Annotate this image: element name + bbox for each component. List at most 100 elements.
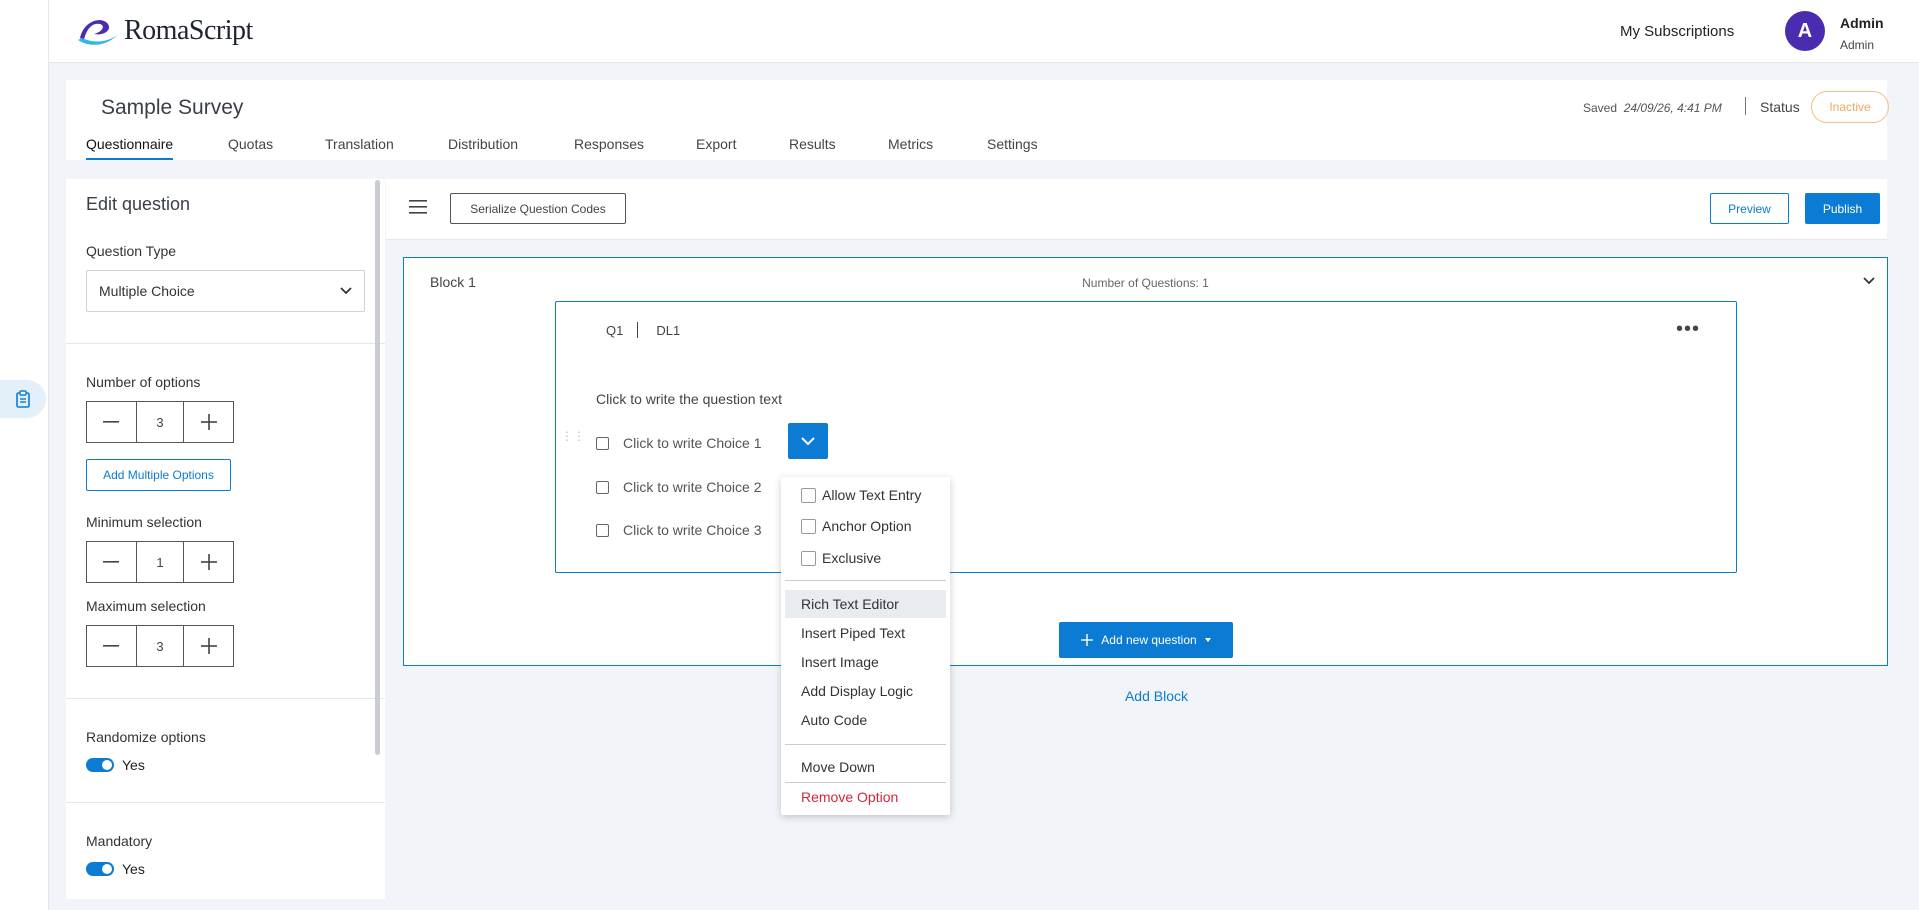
question-text[interactable]: Click to write the question text [596,391,782,407]
menu-checkbox[interactable] [801,487,816,503]
choice-text[interactable]: Click to write Choice 1 [623,435,762,451]
min-selection-label: Minimum selection [86,514,202,530]
mandatory-value: Yes [122,861,145,877]
section-divider [66,343,385,344]
question-type-label: Question Type [86,243,177,259]
choice-text[interactable]: Click to write Choice 2 [623,479,762,495]
choice-row: Click to write Choice 3 [596,522,762,538]
randomize-label: Randomize options [86,729,206,745]
tab-translation[interactable]: Translation [325,136,394,158]
num-options-value[interactable]: 3 [135,402,185,442]
plus-icon [200,554,217,570]
tab-metrics[interactable]: Metrics [888,136,933,158]
tab-distribution[interactable]: Distribution [448,136,518,158]
randomize-value: Yes [122,757,145,773]
allow-text-entry-option[interactable]: Allow Text Entry [801,487,921,503]
section-divider [66,802,385,803]
serialize-codes-button[interactable]: Serialize Question Codes [450,193,626,224]
menu-item-auto-code[interactable]: Auto Code [785,706,946,734]
logo[interactable]: RomaScript [76,14,253,48]
section-divider [66,698,385,699]
rail-item-questionnaire[interactable] [0,380,46,418]
add-multiple-options-button[interactable]: Add Multiple Options [86,459,231,491]
avatar[interactable]: A [1785,11,1825,51]
edit-panel-scrollbar[interactable] [375,180,380,755]
menu-item-move-down[interactable]: Move Down [785,753,946,781]
more-options-icon[interactable]: ••• [1676,318,1700,341]
menu-divider [785,580,946,581]
menu-item-rich-text-editor[interactable]: Rich Text Editor [785,590,946,618]
question-header: Q1 DL1 [606,322,680,338]
choice-checkbox[interactable] [596,480,609,494]
question-card[interactable]: Q1 DL1 ••• Click to write the question t… [555,301,1737,573]
choice-options-dropdown-button[interactable] [788,423,828,459]
tab-settings[interactable]: Settings [987,136,1038,158]
collapse-block-button[interactable] [1863,272,1875,288]
menu-check-label: Exclusive [822,550,882,566]
mandatory-toggle[interactable]: Yes [86,861,145,877]
menu-button[interactable] [409,199,427,218]
edit-question-panel: Edit question Question Type Multiple Cho… [66,179,385,899]
minus-icon [103,645,120,647]
header-separator [1745,97,1746,115]
add-new-question-button[interactable]: Add new question [1059,622,1233,658]
choice-row: Click to write Choice 2 [596,479,762,495]
question-type-select[interactable]: Multiple Choice [86,270,365,312]
left-rail [0,0,49,910]
chevron-down-icon [1863,277,1875,285]
user-name: Admin [1840,15,1884,31]
publish-button[interactable]: Publish [1805,193,1880,224]
divider [637,322,639,338]
max-selection-value[interactable]: 3 [135,626,185,666]
mandatory-label: Mandatory [86,833,153,849]
question-label[interactable]: DL1 [656,323,680,338]
menu-checkbox[interactable] [801,550,816,566]
toggle-switch[interactable] [86,758,114,772]
chevron-down-icon [340,287,352,295]
menu-item-insert-piped-text[interactable]: Insert Piped Text [785,619,946,647]
logo-icon [78,20,118,45]
num-options-stepper: 3 [86,401,234,443]
tab-export[interactable]: Export [696,136,736,158]
top-bar: RomaScript My Subscriptions A Admin Admi… [49,0,1919,63]
max-selection-stepper: 3 [86,625,234,667]
my-subscriptions-link[interactable]: My Subscriptions [1620,23,1734,40]
question-type-value: Multiple Choice [99,283,195,299]
menu-item-remove-option[interactable]: Remove Option [785,783,946,811]
menu-item-insert-image[interactable]: Insert Image [785,648,946,676]
randomize-toggle[interactable]: Yes [86,757,145,773]
tab-responses[interactable]: Responses [574,136,644,158]
caret-down-icon [801,436,815,445]
increment-button[interactable] [184,402,233,442]
question-code[interactable]: Q1 [606,323,623,338]
drag-handle-icon[interactable]: ⋮⋮ [561,430,585,442]
menu-item-add-display-logic[interactable]: Add Display Logic [785,677,946,705]
tab-questionnaire[interactable]: Questionnaire [86,136,174,160]
status-badge[interactable]: Inactive [1811,91,1889,123]
choice-checkbox[interactable] [596,436,609,450]
add-block-link[interactable]: Add Block [386,688,1887,704]
saved-status: Saved 24/09/26, 4:41 PM [1583,101,1722,115]
decrement-button[interactable] [87,402,136,442]
menu-checkbox[interactable] [801,518,816,534]
num-options-label: Number of options [86,374,201,390]
preview-button[interactable]: Preview [1710,193,1789,224]
tab-quotas[interactable]: Quotas [228,136,273,158]
decrement-button[interactable] [87,542,136,582]
max-selection-label: Maximum selection [86,598,206,614]
toggle-switch[interactable] [86,862,114,876]
anchor-option[interactable]: Anchor Option [801,518,912,534]
survey-title: Sample Survey [101,96,244,119]
exclusive-option[interactable]: Exclusive [801,550,881,566]
choice-checkbox[interactable] [596,523,609,537]
menu-check-label: Allow Text Entry [822,487,922,503]
choice-row: Click to write Choice 1 [596,435,762,451]
min-selection-value[interactable]: 1 [135,542,185,582]
menu-divider [785,744,946,745]
decrement-button[interactable] [87,626,136,666]
increment-button[interactable] [184,626,233,666]
choice-text[interactable]: Click to write Choice 3 [623,522,762,538]
plus-icon [1081,634,1094,646]
increment-button[interactable] [184,542,233,582]
tab-results[interactable]: Results [789,136,836,158]
